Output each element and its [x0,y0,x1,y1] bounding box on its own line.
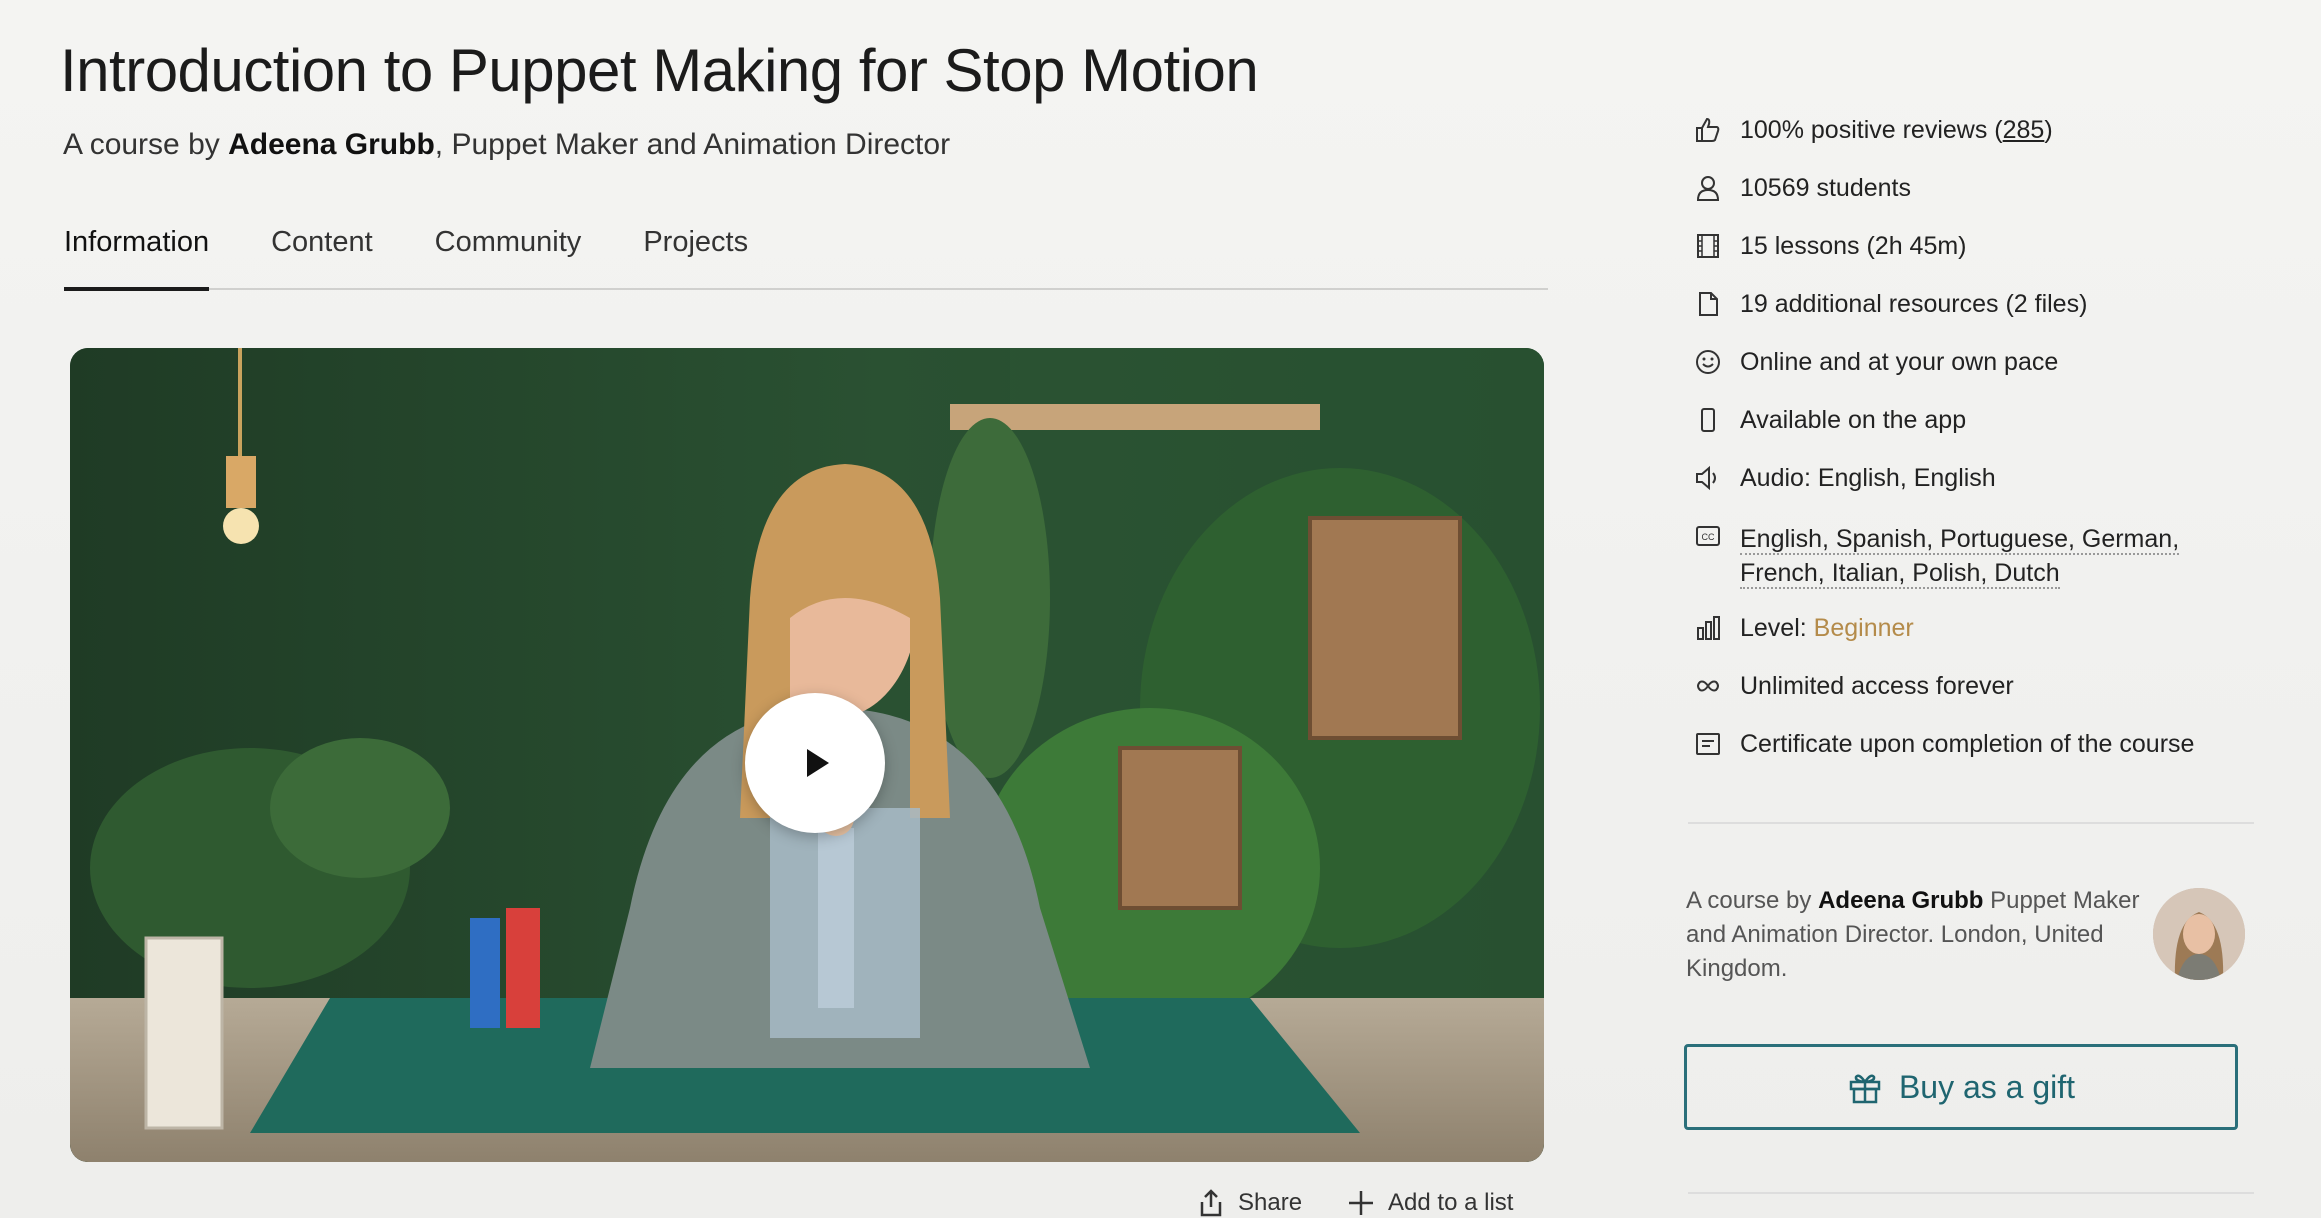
level-text: Level: Beginner [1740,614,1914,643]
tab-content[interactable]: Content [271,222,373,288]
author-link[interactable]: Adeena Grubb [228,128,435,161]
share-button[interactable]: Share [1196,1188,1302,1218]
lessons-item: 15 lessons (2h 45m) [1694,232,1967,261]
subtitles-line-1: English, Spanish, Portuguese, German, [1740,525,2180,555]
certificate-text: Certificate upon completion of the cours… [1740,730,2195,758]
phone-icon [1694,406,1722,434]
video-actions: Share Add to a list [1196,1188,1513,1218]
level-item: Level: Beginner [1694,614,1914,643]
access-text: Unlimited access forever [1740,672,2014,700]
add-to-list-button[interactable]: Add to a list [1346,1188,1513,1218]
audio-item: Audio: English, English [1694,464,1996,493]
share-icon [1200,1189,1222,1217]
tab-bar: Information Content Community Projects [64,222,1548,291]
access-item: Unlimited access forever [1694,672,2014,701]
subtitles-item: CC English, Spanish, Portuguese, German,… [1694,522,2180,590]
play-icon [807,749,829,777]
add-to-list-label: Add to a list [1388,1189,1514,1216]
app-text: Available on the app [1740,406,1967,434]
byline-author-link[interactable]: Adeena Grubb [1818,887,1983,914]
plus-icon [1349,1191,1374,1215]
audio-text: Audio: English, English [1740,464,1996,492]
subtitles-text: English, Spanish, Portuguese, German, Fr… [1740,522,2180,590]
bar-chart-icon [1694,614,1722,642]
page-title: Introduction to Puppet Making for Stop M… [60,37,1259,104]
buy-as-gift-label: Buy as a gift [1898,1068,2076,1105]
instructor-avatar[interactable] [2153,888,2245,980]
resources-text: 19 additional resources (2 files) [1740,290,2088,318]
reviews-count-link[interactable]: 285 [2003,116,2045,144]
resources-item: 19 additional resources (2 files) [1694,290,2087,319]
students-item: 10569 students [1694,174,1911,203]
students-text: 10569 students [1740,174,1911,202]
share-label: Share [1238,1189,1303,1216]
tab-information[interactable]: Information [64,222,210,291]
lessons-text: 15 lessons (2h 45m) [1740,232,1967,260]
play-button[interactable] [745,693,885,833]
tab-community[interactable]: Community [435,222,582,288]
buy-as-gift-button[interactable]: Buy as a gift [1684,1044,2238,1130]
svg-text:CC: CC [1702,532,1715,542]
smiley-icon [1694,348,1722,376]
level-label: Level: [1740,614,1814,642]
thumbs-up-icon [1694,116,1722,144]
infinity-icon [1694,672,1722,700]
instructor-byline: A course by Adeena Grubb Puppet Maker an… [1686,884,2146,986]
divider [1688,822,2254,824]
reviews-suffix: ) [2044,116,2053,144]
course-page: Introduction to Puppet Making for Stop M… [0,0,2321,1218]
pace-item: Online and at your own pace [1694,348,2058,377]
level-value: Beginner [1813,614,1914,642]
user-icon [1694,174,1722,202]
app-item: Available on the app [1694,406,1966,435]
byline-prefix: A course by [1686,887,1819,914]
subtitles-line-2: French, Italian, Polish, Dutch [1740,559,2060,589]
closed-captions-icon: CC [1694,522,1722,550]
course-subtitle: A course by Adeena Grubb, Puppet Maker a… [63,128,950,162]
reviews-text: 100% positive reviews (285) [1740,116,2053,145]
file-icon [1694,290,1722,318]
reviews-prefix: 100% positive reviews ( [1740,116,2003,144]
gift-icon [1849,1074,1881,1104]
bottom-divider [1688,1192,2254,1194]
certificate-item: Certificate upon completion of the cours… [1694,730,2194,759]
reviews-item: 100% positive reviews (285) [1694,116,2053,145]
tab-projects[interactable]: Projects [643,222,748,288]
certificate-icon [1694,730,1722,758]
subtitle-suffix: , Puppet Maker and Animation Director [434,128,951,161]
film-icon [1694,232,1722,260]
video-player[interactable] [70,348,1544,1162]
speaker-icon [1694,464,1722,492]
subtitle-prefix: A course by [63,128,229,161]
pace-text: Online and at your own pace [1740,348,2059,376]
